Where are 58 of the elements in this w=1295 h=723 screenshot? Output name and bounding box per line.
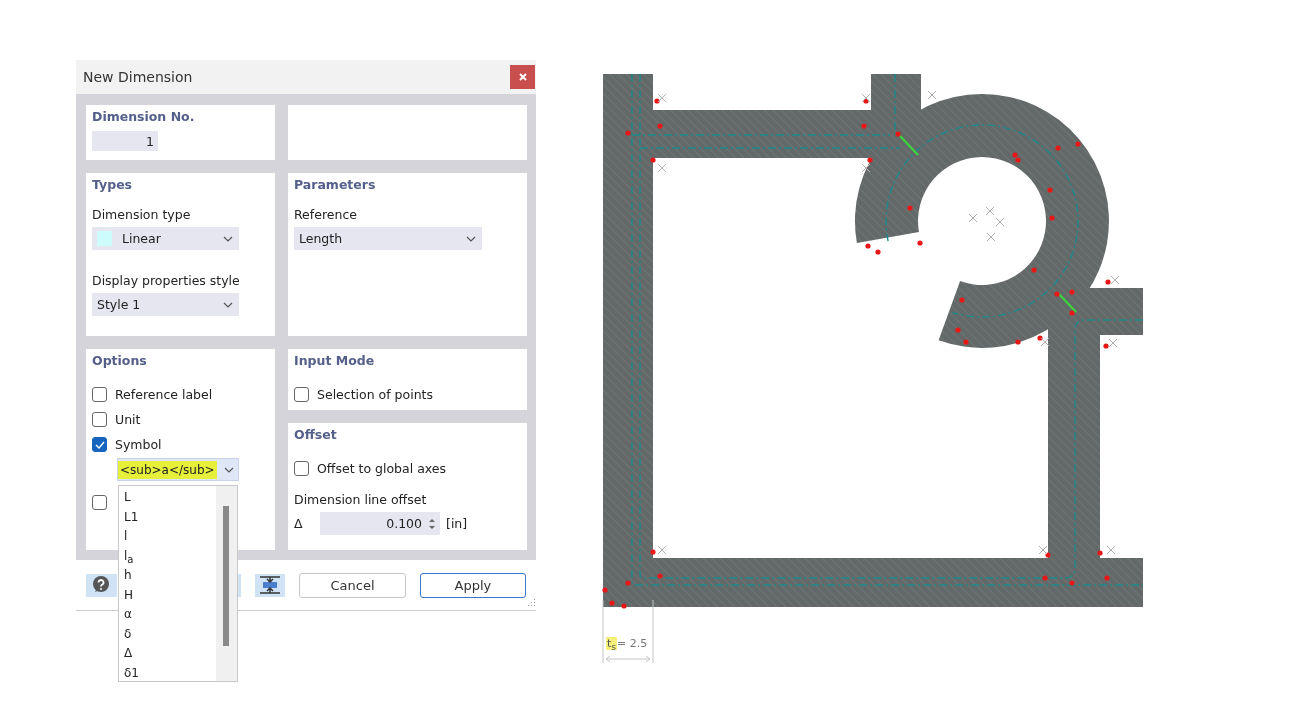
chevron-icon: [223, 235, 233, 242]
list-item[interactable]: l$_{a}$: [124, 546, 216, 566]
section-heading: Input Mode: [294, 353, 376, 368]
section-heading: Parameters: [294, 177, 377, 192]
symbol-dropdown[interactable]: <sub>a</sub>: [118, 459, 238, 480]
checkbox[interactable]: [92, 495, 107, 510]
checkbox-option[interactable]: Symbol: [92, 437, 269, 452]
cancel-button[interactable]: Cancel: [299, 572, 406, 598]
section-heading: Dimension No.: [92, 109, 196, 124]
checkbox-option[interactable]: Reference label: [92, 387, 269, 402]
scrollbar[interactable]: [216, 486, 237, 681]
spinner-arrows-icon: [428, 516, 436, 531]
chevron-icon: [466, 235, 476, 242]
delta-symbol: Δ: [294, 516, 304, 531]
reference-dropdown[interactable]: Length: [294, 227, 482, 250]
list-item[interactable]: L: [124, 488, 216, 508]
list-item[interactable]: l: [124, 527, 216, 547]
display-style-dropdown[interactable]: Style 1: [92, 293, 239, 316]
section-heading: Options: [92, 353, 148, 368]
fit-button[interactable]: [254, 573, 286, 597]
dimension-label: t$_{s}$= 2.5: [606, 637, 648, 653]
help-icon: [91, 575, 112, 595]
checkbox-option[interactable]: Unit: [92, 412, 269, 427]
field-label: Reference: [294, 207, 358, 222]
dimension-no-field[interactable]: 1: [92, 131, 158, 151]
apply-button[interactable]: Apply: [419, 572, 526, 598]
help-button[interactable]: [86, 573, 117, 597]
list-item[interactable]: L1: [124, 507, 216, 527]
checkbox[interactable]: [92, 387, 107, 402]
chevron-icon: [224, 466, 234, 473]
list-item[interactable]: α: [124, 605, 216, 625]
checkbox[interactable]: [294, 387, 309, 402]
dimension-type-dropdown[interactable]: Linear: [92, 227, 239, 250]
list-item[interactable]: δ1: [124, 663, 216, 683]
checkbox[interactable]: [92, 412, 107, 427]
section-heading: Types: [92, 177, 134, 192]
color-swatch-icon: [97, 231, 112, 246]
offset-spin-field[interactable]: 0.100: [320, 512, 440, 535]
resize-grip-icon: [528, 598, 536, 606]
checkbox-option[interactable]: Selection of points: [294, 387, 521, 402]
field-label: Display properties style: [92, 273, 241, 288]
checkbox-option[interactable]: Offset to global axes: [294, 461, 521, 476]
list-item[interactable]: δ: [124, 624, 216, 644]
checkbox[interactable]: [294, 461, 309, 476]
checkbox[interactable]: [92, 437, 107, 452]
field-label: Dimension type: [92, 207, 192, 222]
dimension-line: [602, 599, 654, 664]
unit-label: [in]: [446, 516, 468, 531]
close-button[interactable]: [510, 65, 535, 89]
chevron-icon: [223, 301, 233, 308]
list-item[interactable]: H: [124, 585, 216, 605]
field-label: Dimension line offset: [294, 492, 428, 507]
close-icon: [517, 72, 528, 82]
list-item[interactable]: Δ: [124, 644, 216, 664]
list-item[interactable]: h: [124, 566, 216, 586]
section-heading: Offset: [294, 427, 338, 442]
dimension-fit-icon: [257, 575, 282, 595]
window-title: New Dimension: [83, 69, 193, 85]
